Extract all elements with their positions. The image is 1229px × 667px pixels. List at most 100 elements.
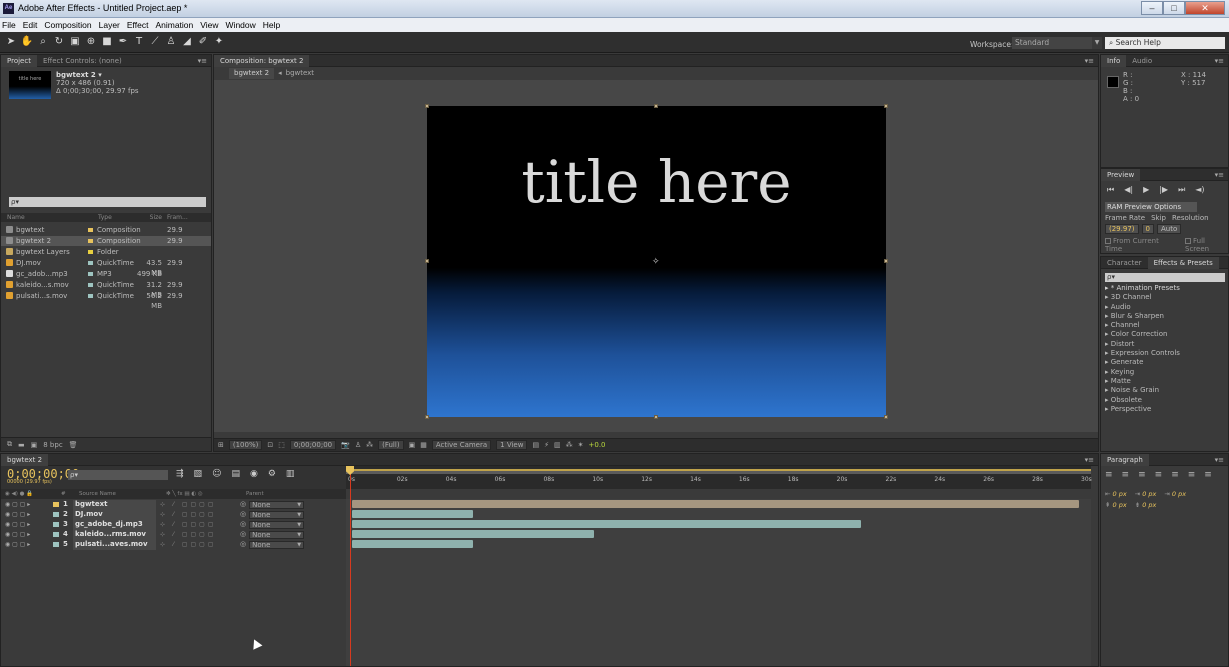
brush-tool-icon[interactable]: ⟋ [148,36,162,48]
parent-select[interactable]: None [249,530,305,539]
indent-first-field[interactable]: ⇥ 0 px [1164,490,1186,498]
fast-previews-icon[interactable]: ⚡ [544,441,549,449]
effects-category-item[interactable]: ▸ * Animation Presets [1105,284,1228,293]
transform-handle[interactable] [425,104,429,108]
effects-category-item[interactable]: ▸ Channel [1105,321,1228,330]
current-time-field[interactable]: 0;00;00;00 [289,440,337,450]
panel-menu-icon[interactable]: ▾≡ [1085,55,1094,67]
transform-handle[interactable] [654,415,658,419]
timeline-layer-row[interactable]: ◉ ▢ ▢ ▸ 3 gc_adobe_dj.mp3 ⊹ ⁄ ▢▢▢▢ ◎ None [1,520,346,530]
menu-composition[interactable]: Composition [44,20,91,30]
effects-search-input[interactable]: ρ▾ [1105,273,1225,282]
indent-right-value[interactable]: 0 px [1142,490,1156,498]
effects-category-item[interactable]: ▸ Obsolete [1105,396,1228,405]
draft-3d-icon[interactable]: ▧ [194,469,203,479]
panel-menu-icon[interactable]: ▾≡ [198,55,207,67]
bpc-label[interactable]: 8 bpc [43,441,62,449]
indent-first-value[interactable]: 0 px [1172,490,1186,498]
effects-category-item[interactable]: ▸ Noise & Grain [1105,386,1228,395]
tab-paragraph[interactable]: Paragraph [1101,454,1149,466]
pen-tool-icon[interactable]: ✒ [116,36,130,48]
ram-preview-options-select[interactable]: RAM Preview Options [1105,202,1197,212]
layer-name[interactable]: DJ.mov [73,510,156,520]
transform-handle[interactable] [654,104,658,108]
pickwhip-icon[interactable]: ◎ [240,530,246,540]
layer-av-switches[interactable]: ◉ ▢ ▢ ▸ [1,510,61,520]
last-frame-icon[interactable]: ⏭ [1178,185,1185,195]
layer-duration-bar[interactable] [352,540,474,548]
roto-brush-tool-icon[interactable]: ✐ [196,36,210,48]
audio-icon[interactable]: ◄) [1195,185,1204,195]
tab-timeline[interactable]: bgwtext 2 [1,454,49,466]
pan-behind-tool-icon[interactable]: ⊕ [84,36,98,48]
panel-menu-icon[interactable]: ▾≡ [1215,169,1224,181]
layer-switches[interactable]: ⊹ ⁄ ▢▢▢▢ [160,510,240,520]
channel-icon[interactable]: ⁂ [366,441,373,449]
space-before-value[interactable]: 0 px [1113,501,1127,509]
graph-editor-icon[interactable]: ▥ [286,469,295,479]
breadcrumb-comp-active[interactable]: bgwtext 2 [229,67,275,79]
time-ruler[interactable]: 0s 02s 04s 06s 08s 10s 12s 14s 16s 18s 20s 22s 24s 26… [346,466,1092,489]
frame-blending-icon[interactable]: ▤ [231,469,240,479]
layer-switches[interactable]: ⊹ ⁄ ▢▢▢▢ [160,500,240,510]
layer-switches[interactable]: ⊹ ⁄ ▢▢▢▢ [160,530,240,540]
toggle-pixel-aspect-icon[interactable]: ▤ [532,441,539,449]
effects-category-item[interactable]: ▸ Expression Controls [1105,349,1228,358]
align-center-icon[interactable]: ≡ [1122,470,1130,480]
justify-all-icon[interactable]: ≡ [1204,470,1212,480]
panel-menu-icon[interactable]: ▾≡ [1215,55,1224,67]
comp-mini-flowchart-icon[interactable]: ⇶ [176,469,184,479]
close-button[interactable]: ✕ [1185,1,1225,15]
parent-select[interactable]: None [249,520,305,529]
transform-handle[interactable] [884,104,888,108]
layer-switches[interactable]: ⊹ ⁄ ▢▢▢▢ [160,540,240,550]
layer-switches[interactable]: ⊹ ⁄ ▢▢▢▢ [160,520,240,530]
camera-tool-icon[interactable]: ▣ [68,36,82,48]
timeline-layer-row[interactable]: ◉ ▢ ▢ ▸ 1 bgwtext ⊹ ⁄ ▢▢▢▢ ◎ None [1,500,346,510]
menu-help[interactable]: Help [263,20,280,30]
parent-select[interactable]: None [249,510,305,519]
pickwhip-icon[interactable]: ◎ [240,540,246,550]
shy-icon[interactable]: ☺ [212,469,221,479]
help-search-input[interactable]: ⌕ Search Help [1105,37,1225,49]
tab-effects-presets[interactable]: Effects & Presets [1147,257,1219,269]
pickwhip-icon[interactable]: ◎ [240,510,246,520]
col-size[interactable]: Size [134,214,165,221]
new-composition-icon[interactable]: ▣ [31,441,38,449]
align-right-icon[interactable]: ≡ [1138,470,1146,480]
from-current-time-checkbox[interactable]: From Current Time [1105,237,1173,253]
flowchart-icon[interactable]: ⁂ [566,441,573,449]
eraser-tool-icon[interactable]: ◢ [180,36,194,48]
tab-info[interactable]: Info [1101,55,1127,67]
timeline-layer-row[interactable]: ◉ ▢ ▢ ▸ 4 kaleido...rms.mov ⊹ ⁄ ▢▢▢▢ ◎ None [1,530,346,540]
project-item[interactable]: bgwtext Composition 29.9 [1,225,211,235]
menu-effect[interactable]: Effect [127,20,149,30]
effects-category-item[interactable]: ▸ Distort [1105,340,1228,349]
snapshot-icon[interactable]: 📷 [341,441,350,449]
panel-menu-icon[interactable]: ▾≡ [1215,454,1224,466]
transform-handle[interactable] [425,415,429,419]
transform-handle[interactable] [884,259,888,263]
interpret-footage-icon[interactable]: ⧉ [7,440,12,449]
tab-composition[interactable]: Composition: bgwtext 2 [214,55,310,67]
camera-select[interactable]: Active Camera [431,440,492,450]
effects-category-item[interactable]: ▸ Blur & Sharpen [1105,312,1228,321]
transform-handle[interactable] [425,259,429,263]
timeline-icon[interactable]: ▥ [554,441,561,449]
layer-name[interactable]: bgwtext [73,500,156,510]
space-before-field[interactable]: ⇞ 0 px [1105,501,1127,509]
safe-zones-icon[interactable]: ⊡ [267,441,273,449]
mask-visibility-icon[interactable]: ⬚ [278,441,285,449]
parent-select[interactable]: None [249,500,305,509]
col-parent[interactable]: Parent [246,491,306,497]
effects-category-item[interactable]: ▸ Matte [1105,377,1228,386]
tab-preview[interactable]: Preview [1101,169,1141,181]
always-preview-icon[interactable]: ⊞ [218,441,224,449]
panel-menu-icon[interactable]: ▾≡ [1085,454,1094,466]
project-item[interactable]: bgwtext Layers Folder [1,247,211,257]
menu-view[interactable]: View [200,20,218,30]
effects-category-item[interactable]: ▸ Color Correction [1105,330,1228,339]
indent-right-field[interactable]: ⇥ 0 px [1135,490,1157,498]
project-item[interactable]: bgwtext 2 Composition 29.9 [1,236,211,246]
full-screen-checkbox[interactable]: Full Screen [1185,237,1228,253]
